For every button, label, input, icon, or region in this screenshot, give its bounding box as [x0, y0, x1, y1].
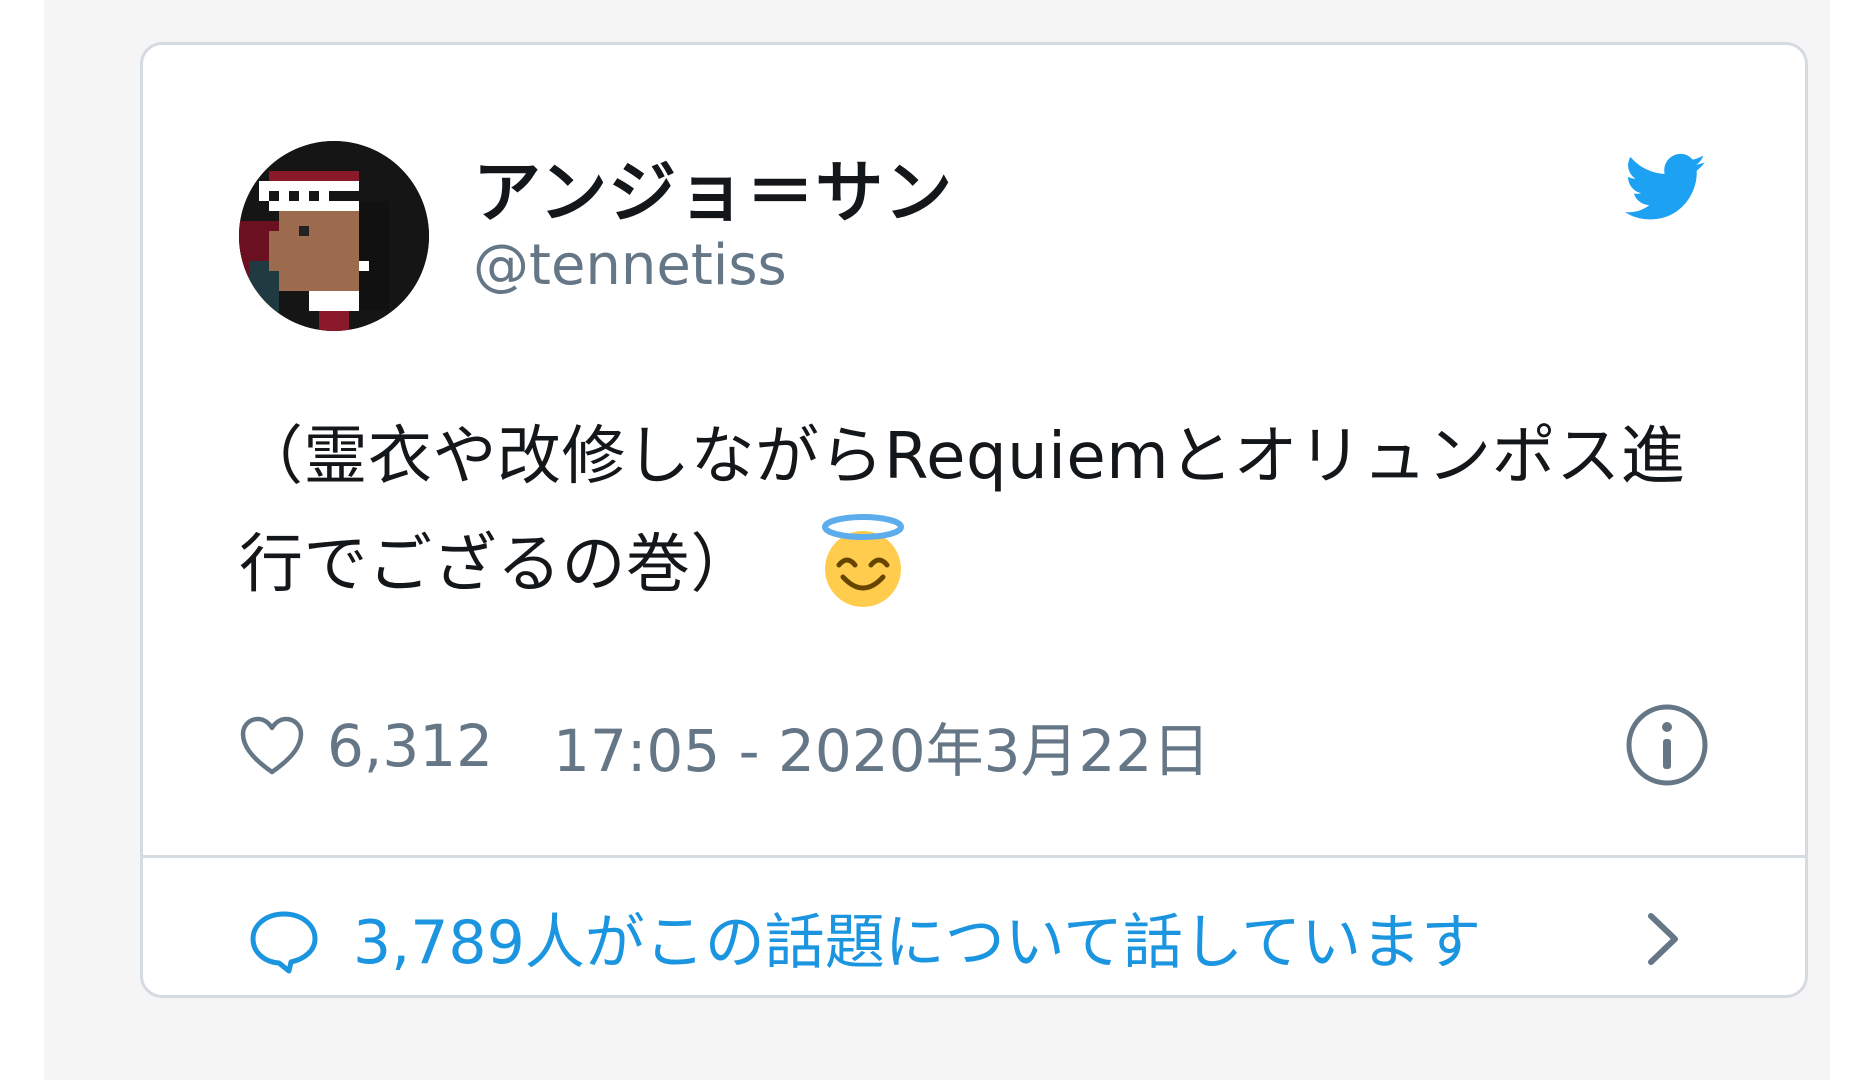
conversation-link[interactable]: 3,789人がこの話題について話しています [143, 858, 1805, 995]
user-handle[interactable]: @tennetiss [473, 233, 787, 298]
speech-bubble-icon [249, 910, 319, 974]
conversation-label[interactable]: 3,789人がこの話題について話しています [353, 894, 1481, 981]
tweet-meta: 6,312 17:05 - 2020年3月22日 [239, 705, 1210, 787]
display-name[interactable]: アンジョ＝サン [473, 137, 953, 236]
avatar[interactable] [239, 141, 429, 331]
page-background: アンジョ＝サン @tennetiss （霊衣や改修しながらRequiemとオリュ… [44, 0, 1830, 1080]
chevron-right-icon[interactable] [1643, 910, 1683, 968]
tweet-timestamp[interactable]: 17:05 - 2020年3月22日 [553, 704, 1210, 788]
twitter-bird-icon[interactable] [1624, 153, 1707, 223]
like-count[interactable]: 6,312 [327, 712, 493, 780]
smiling-face-with-halo-icon [815, 513, 911, 609]
tweet-body: （霊衣や改修しながらRequiemとオリュンポス進行でござるの巻） [239, 420, 1686, 602]
tweet-text: （霊衣や改修しながらRequiemとオリュンポス進行でござるの巻） [239, 403, 1709, 619]
heart-icon[interactable] [239, 716, 305, 776]
info-icon[interactable] [1625, 703, 1709, 787]
embedded-tweet-card[interactable]: アンジョ＝サン @tennetiss （霊衣や改修しながらRequiemとオリュ… [140, 42, 1808, 998]
